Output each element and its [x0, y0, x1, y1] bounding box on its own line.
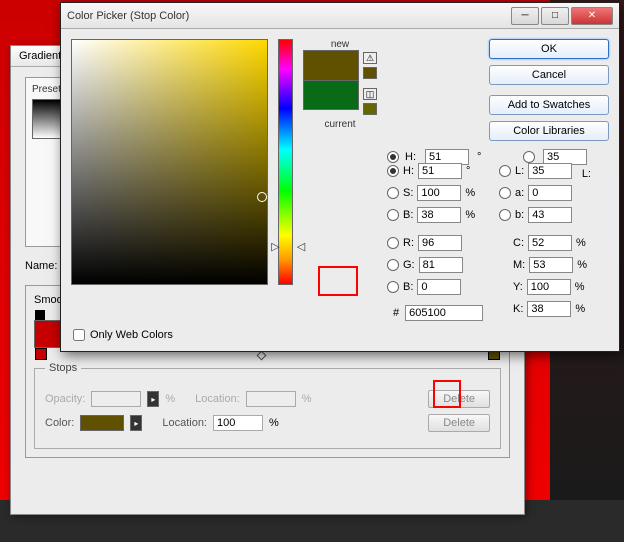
maximize-button[interactable]: □ [541, 7, 569, 25]
radio-bb[interactable] [499, 209, 511, 221]
h-input[interactable] [418, 163, 462, 179]
a-input[interactable] [528, 185, 572, 201]
radio-b[interactable] [387, 209, 399, 221]
minimize-button[interactable]: ─ [511, 7, 539, 25]
only-web-colors-label: Only Web Colors [90, 329, 173, 341]
color-libraries-button[interactable]: Color Libraries [489, 121, 609, 141]
close-button[interactable]: ✕ [571, 7, 613, 25]
location-label: Location: [162, 417, 207, 429]
hue-slider[interactable]: ▷◁ [278, 39, 293, 285]
new-color-preview [303, 50, 359, 80]
radio-r[interactable] [387, 237, 399, 249]
color-location-input[interactable] [213, 415, 263, 431]
ok-button[interactable]: OK [489, 39, 609, 59]
current-label: current [303, 119, 377, 130]
name-label: Name: [25, 260, 57, 272]
pct: % [165, 393, 175, 405]
cancel-button[interactable]: Cancel [489, 65, 609, 85]
radio-s[interactable] [387, 187, 399, 199]
bv-input[interactable] [417, 207, 461, 223]
delete-color-button[interactable]: Delete [428, 414, 490, 432]
stops-legend: Stops [45, 362, 81, 374]
radio-h[interactable] [387, 151, 399, 163]
c-input[interactable] [528, 235, 572, 251]
radio-g[interactable] [387, 259, 399, 271]
dropdown-icon[interactable]: ▸ [130, 415, 142, 431]
m-input[interactable] [529, 257, 573, 273]
websafe-warning-icon[interactable]: ◫ [363, 88, 377, 100]
highlight-box-hue [318, 266, 358, 296]
location-label: Location: [195, 393, 240, 405]
ll-input[interactable] [528, 163, 572, 179]
only-web-colors-checkbox[interactable] [73, 329, 85, 341]
pct: % [269, 417, 279, 429]
opacity-stop[interactable] [35, 310, 45, 320]
saturation-box[interactable] [71, 39, 268, 285]
k-input[interactable] [527, 301, 571, 317]
add-swatches-button[interactable]: Add to Swatches [489, 95, 609, 115]
dialog-title: Color Picker (Stop Color) [67, 10, 511, 22]
hue-indicator[interactable]: ▷◁ [271, 240, 305, 253]
hex-input[interactable] [405, 305, 483, 321]
b-input[interactable] [528, 207, 572, 223]
color-stop-swatch[interactable] [80, 415, 124, 431]
gamut-swatch[interactable] [363, 67, 377, 79]
color-stop[interactable] [35, 348, 47, 360]
new-label: new [303, 39, 377, 50]
current-color-preview[interactable] [303, 80, 359, 110]
radio-l[interactable] [523, 151, 535, 163]
color-label: Color: [45, 417, 74, 429]
color-cursor[interactable] [257, 192, 267, 202]
websafe-swatch[interactable] [363, 103, 377, 115]
radio-bc[interactable] [387, 281, 399, 293]
radio-a[interactable] [499, 187, 511, 199]
pct: % [302, 393, 312, 405]
radio-l[interactable] [499, 165, 511, 177]
hex-label: # [393, 307, 399, 319]
y-input[interactable] [527, 279, 571, 295]
opacity-input [91, 391, 141, 407]
stops-group: Stops Opacity: ▸ % Location: % Delete Co… [34, 362, 501, 449]
dropdown-icon: ▸ [147, 391, 159, 407]
titlebar[interactable]: Color Picker (Stop Color) ─ □ ✕ [61, 3, 619, 29]
g-input[interactable] [419, 257, 463, 273]
bc-input[interactable] [417, 279, 461, 295]
opacity-location-input [246, 391, 296, 407]
opacity-label: Opacity: [45, 393, 85, 405]
s-input[interactable] [417, 185, 461, 201]
midpoint-diamond[interactable] [257, 351, 267, 361]
highlight-box-stop [433, 380, 461, 408]
r-input[interactable] [418, 235, 462, 251]
radio-h[interactable] [387, 165, 399, 177]
gamut-warning-icon[interactable]: ⚠ [363, 52, 377, 64]
color-picker-dialog: Color Picker (Stop Color) ─ □ ✕ ▷◁ new ⚠ [60, 2, 620, 352]
